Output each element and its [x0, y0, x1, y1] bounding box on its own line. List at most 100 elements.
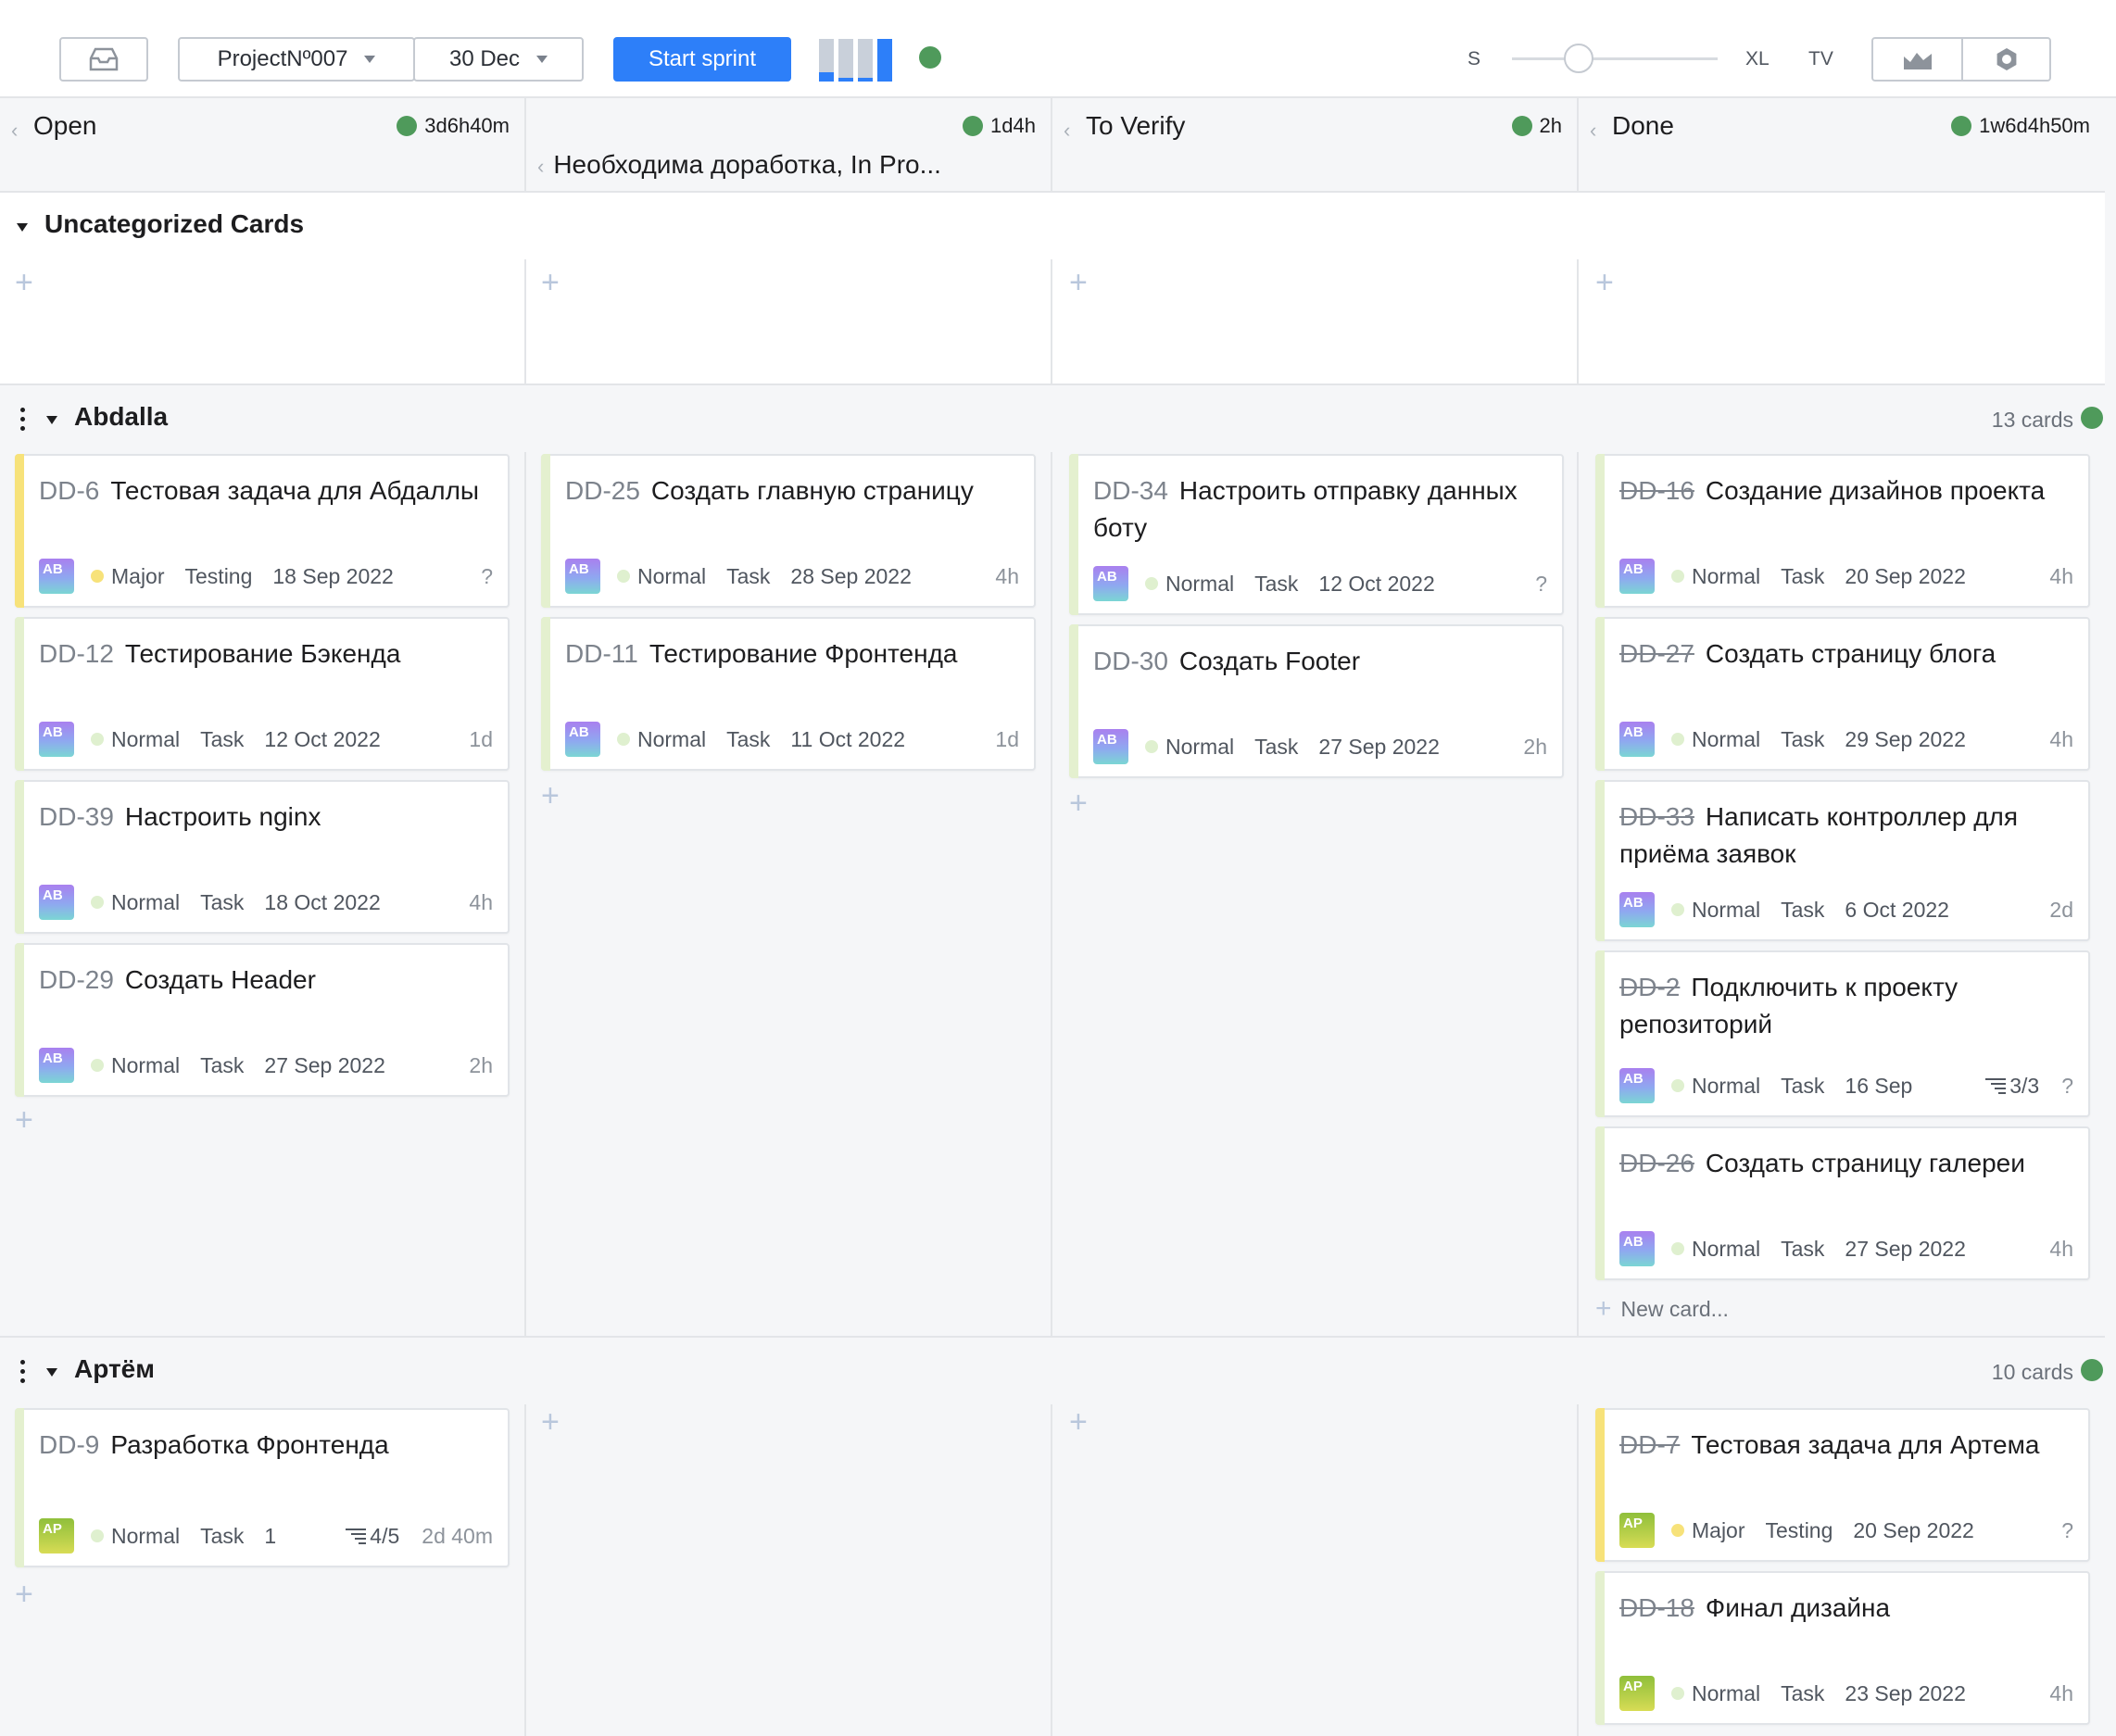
add-card-icon[interactable]: +	[15, 267, 33, 298]
task-card[interactable]: DD-30 Создать Footer AB Normal Task 27 Sep 20…	[1069, 624, 1564, 778]
card-key[interactable]: DD-7	[1619, 1430, 1680, 1459]
task-card[interactable]: DD-16 Создание дизайнов проекта AB Normal Ta…	[1595, 454, 2090, 608]
card-key[interactable]: DD-9	[39, 1430, 99, 1459]
add-card-icon[interactable]: +	[1069, 267, 1088, 298]
task-card[interactable]: DD-6 Тестовая задача для Абдаллы AB Major Te…	[15, 454, 510, 608]
card-key[interactable]: DD-2	[1619, 973, 1680, 1001]
column-to-verify[interactable]: ‹ To Verify 2h	[1052, 98, 1579, 191]
avatar[interactable]: AP	[1619, 1676, 1655, 1711]
card-key[interactable]: DD-6	[39, 476, 99, 505]
card-type: Task	[726, 726, 771, 751]
task-card[interactable]: DD-39 Настроить nginx AB Normal Task 18 Oct 2…	[15, 780, 510, 934]
card-type: Testing	[184, 563, 253, 588]
chevron-left-icon[interactable]: ‹	[537, 155, 544, 178]
inbox-button[interactable]	[59, 37, 148, 82]
add-card-icon[interactable]: +	[541, 1406, 560, 1438]
task-card[interactable]: DD-25 Создать главную страницу AB Normal Tas…	[541, 454, 1036, 608]
avatar[interactable]: AB	[565, 559, 600, 594]
card-size-slider-thumb[interactable]	[1564, 44, 1593, 73]
checklist-count: 3/3	[2009, 1073, 2040, 1098]
card-key[interactable]: DD-33	[1619, 802, 1694, 831]
add-card-icon[interactable]: +	[1069, 787, 1088, 819]
task-card[interactable]: DD-34 Настроить отправку данных боту AB Nor…	[1069, 454, 1564, 615]
card-estimate: 2h	[1523, 734, 1547, 759]
more-vertical-icon[interactable]	[20, 408, 26, 435]
card-type: Task	[1781, 726, 1825, 751]
sprint-progress-icon[interactable]	[819, 39, 893, 82]
card-priority: Normal	[637, 563, 707, 588]
collapse-triangle-icon[interactable]	[17, 223, 28, 232]
card-key[interactable]: DD-29	[39, 965, 114, 994]
task-card[interactable]: DD-26 Создать страницу галереи AB Normal Tas…	[1595, 1126, 2090, 1280]
avatar[interactable]: AB	[1093, 729, 1128, 764]
date-select[interactable]: 30 Dec	[413, 37, 584, 82]
avatar[interactable]: AB	[39, 722, 74, 757]
card-key[interactable]: DD-25	[565, 476, 640, 505]
chevron-left-icon[interactable]: ‹	[1590, 119, 1596, 143]
card-size-slider[interactable]	[1512, 57, 1718, 60]
settings-icon	[1996, 48, 2016, 70]
task-card[interactable]: DD-18 Финал дизайна AP Normal Task 23 Sep 202…	[1595, 1571, 2090, 1725]
task-card[interactable]: DD-9 Разработка Фронтенда AP Normal Task 1 4/5…	[15, 1408, 510, 1567]
tv-mode-button[interactable]: TV	[1808, 48, 1833, 70]
card-key[interactable]: DD-39	[39, 802, 114, 831]
task-card[interactable]: DD-29 Создать Header AB Normal Task 27 Sep 20…	[15, 943, 510, 1097]
column-done[interactable]: ‹ Done 1w6d4h50m	[1579, 98, 2105, 191]
task-card[interactable]: DD-27 Создать страницу блога AB Normal Task 2…	[1595, 617, 2090, 771]
add-card-icon[interactable]: +	[1595, 267, 1614, 298]
card-key[interactable]: DD-16	[1619, 476, 1694, 505]
add-card-icon[interactable]: +	[15, 1104, 33, 1136]
card-key[interactable]: DD-30	[1093, 647, 1168, 675]
add-card-icon[interactable]: +	[541, 780, 560, 811]
avatar[interactable]: AB	[1619, 1231, 1655, 1266]
card-date: 16 Sep	[1845, 1073, 1913, 1098]
size-small-label: S	[1467, 48, 1481, 69]
swimlane-card-count: 10 cards	[1991, 1360, 2073, 1384]
card-title: DD-25 Создать главную страницу	[565, 472, 1017, 509]
card-meta: AB Normal Task 16 Sep 3/3?	[1619, 1067, 2073, 1104]
avatar[interactable]: AP	[39, 1518, 74, 1554]
card-priority: Normal	[1692, 1680, 1761, 1705]
chevron-left-icon[interactable]: ‹	[11, 119, 18, 143]
card-key[interactable]: DD-34	[1093, 476, 1168, 505]
avatar[interactable]: AB	[39, 1048, 74, 1083]
card-title-text: Финал дизайна	[1705, 1593, 1891, 1622]
column-in-progress[interactable]: 1d4h ‹ Необходима доработка, In Pro...	[526, 98, 1052, 191]
column-open[interactable]: ‹ Open 3d6h40m	[0, 98, 526, 191]
card-key[interactable]: DD-18	[1619, 1593, 1694, 1622]
avatar[interactable]: AB	[1093, 566, 1128, 601]
chevron-left-icon[interactable]: ‹	[1064, 119, 1070, 143]
card-key[interactable]: DD-27	[1619, 639, 1694, 668]
collapse-triangle-icon[interactable]	[46, 1368, 57, 1377]
avatar[interactable]: AP	[1619, 1513, 1655, 1548]
task-card[interactable]: DD-2 Подключить к проекту репозиторий AB No…	[1595, 950, 2090, 1117]
task-card[interactable]: DD-11 Тестирование Фронтенда AB Normal Task 1…	[541, 617, 1036, 771]
more-vertical-icon[interactable]	[20, 1360, 26, 1388]
card-key[interactable]: DD-12	[39, 639, 114, 668]
chart-view-button[interactable]	[1873, 39, 1961, 80]
card-key[interactable]: DD-11	[565, 639, 638, 668]
avatar[interactable]: AB	[39, 559, 74, 594]
card-type: Task	[200, 1052, 245, 1077]
add-card-icon[interactable]: +	[541, 267, 560, 298]
task-card[interactable]: DD-33 Написать контроллер для приёма заяв…	[1595, 780, 2090, 941]
avatar[interactable]: AB	[565, 722, 600, 757]
add-card-icon[interactable]: +	[15, 1579, 33, 1610]
task-card[interactable]: DD-12 Тестирование Бэкенда AB Normal Task 12 …	[15, 617, 510, 771]
task-card[interactable]: DD-7 Тестовая задача для Артема AP Major Tes…	[1595, 1408, 2090, 1562]
card-key[interactable]: DD-26	[1619, 1149, 1694, 1177]
add-card-icon[interactable]: +	[1069, 1406, 1088, 1438]
avatar[interactable]: AB	[1619, 559, 1655, 594]
card-meta: AB Normal Task 27 Sep 2022 2h	[39, 1047, 493, 1084]
card-title: DD-6 Тестовая задача для Абдаллы	[39, 472, 491, 509]
start-sprint-button[interactable]: Start sprint	[613, 37, 791, 82]
card-meta: AP Normal Task 1 4/5 2d 40m	[39, 1517, 493, 1554]
avatar[interactable]: AB	[1619, 1068, 1655, 1103]
avatar[interactable]: AB	[39, 885, 74, 920]
settings-button[interactable]	[1961, 39, 2049, 80]
collapse-triangle-icon[interactable]	[46, 416, 57, 424]
avatar[interactable]: AB	[1619, 722, 1655, 757]
project-select[interactable]: ProjectNº007	[178, 37, 415, 82]
new-card-button[interactable]: + New card...	[1595, 1293, 1729, 1325]
avatar[interactable]: AB	[1619, 892, 1655, 927]
